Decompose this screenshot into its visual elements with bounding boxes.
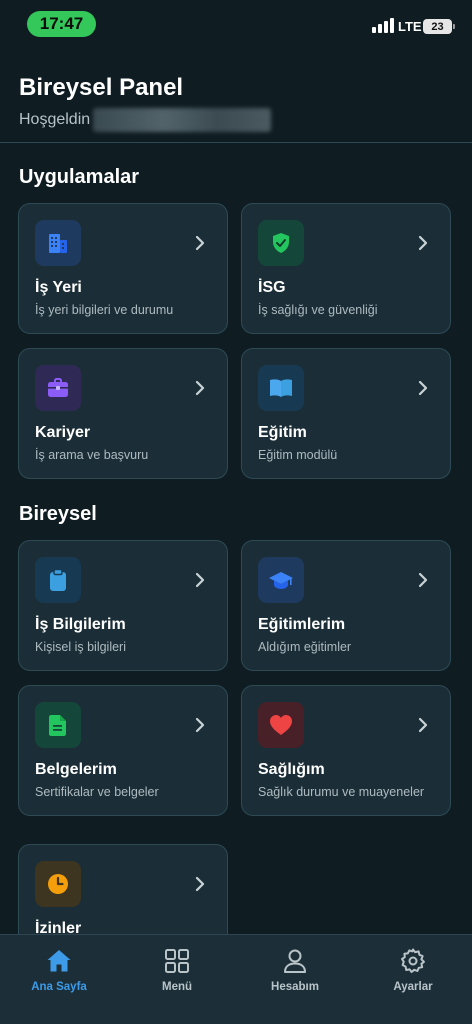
- chevron-right-icon: [195, 717, 205, 733]
- card-title: Belgelerim: [35, 761, 117, 778]
- nav-label: Menü: [161, 981, 193, 993]
- chevron-right-icon: [418, 235, 428, 251]
- section-title-bireysel: Bireysel: [19, 503, 97, 525]
- card-sagligim[interactable]: Sağlığım Sağlık durumu ve muayeneler: [241, 685, 451, 816]
- clock-icon: [35, 861, 81, 907]
- book-icon: [258, 365, 304, 411]
- card-is-yeri[interactable]: İş Yeri İş yeri bilgileri ve durumu: [18, 203, 228, 334]
- card-isg[interactable]: İSG İş sağlığı ve güvenliği: [241, 203, 451, 334]
- gear-icon: [401, 948, 425, 973]
- card-title: Kariyer: [35, 424, 91, 441]
- card-title: Eğitim: [258, 424, 307, 441]
- battery-icon: 23: [423, 19, 455, 34]
- welcome-label: Hoşgeldin: [19, 111, 91, 128]
- network-type: LTE: [398, 19, 422, 34]
- card-egitimlerim[interactable]: Eğitimlerim Aldığım eğitimler: [241, 540, 451, 671]
- chevron-right-icon: [195, 235, 205, 251]
- nav-label: Ayarlar: [393, 981, 433, 993]
- card-subtitle: Sertifikalar ve belgeler: [35, 785, 159, 799]
- bottom-nav: Ana Sayfa Menü Hesabım Ayarlar: [0, 934, 472, 1024]
- chevron-right-icon: [195, 876, 205, 892]
- card-subtitle: Eğitim modülü: [258, 448, 338, 462]
- status-time: 17:47: [27, 11, 96, 37]
- graduation-cap-icon: [258, 557, 304, 603]
- nav-label: Hesabım: [271, 981, 319, 993]
- card-subtitle: Sağlık durumu ve muayeneler: [258, 785, 425, 799]
- card-kariyer[interactable]: Kariyer İş arama ve başvuru: [18, 348, 228, 479]
- card-title: Sağlığım: [258, 761, 325, 778]
- section-title-uygulamalar: Uygulamalar: [19, 166, 140, 188]
- briefcase-icon: [35, 365, 81, 411]
- chevron-right-icon: [418, 572, 428, 588]
- chevron-right-icon: [195, 572, 205, 588]
- clipboard-icon: [35, 557, 81, 603]
- nav-menu[interactable]: Menü: [118, 935, 236, 1005]
- shield-check-icon: [258, 220, 304, 266]
- header: Bireysel Panel Hoşgeldin: [0, 48, 472, 143]
- card-subtitle: Aldığım eğitimler: [258, 640, 352, 654]
- building-icon: [35, 220, 81, 266]
- nav-label: Ana Sayfa: [31, 981, 87, 993]
- card-subtitle: İş yeri bilgileri ve durumu: [35, 303, 174, 317]
- card-title: Eğitimlerim: [258, 616, 346, 633]
- card-subtitle: Kişisel iş bilgileri: [35, 640, 126, 654]
- chevron-right-icon: [418, 380, 428, 396]
- home-icon: [47, 950, 71, 972]
- card-subtitle: İş arama ve başvuru: [35, 448, 149, 462]
- page-title: Bireysel Panel: [19, 74, 184, 101]
- chevron-right-icon: [195, 380, 205, 396]
- chevron-right-icon: [418, 717, 428, 733]
- status-bar: 17:47 LTE 23: [0, 0, 472, 48]
- document-icon: [35, 702, 81, 748]
- card-subtitle: İş sağlığı ve güvenliği: [258, 303, 378, 317]
- nav-hesabim[interactable]: Hesabım: [236, 935, 354, 1005]
- nav-ayarlar[interactable]: Ayarlar: [354, 935, 472, 1005]
- user-icon: [284, 949, 306, 973]
- card-belgelerim[interactable]: Belgelerim Sertifikalar ve belgeler: [18, 685, 228, 816]
- nav-ana-sayfa[interactable]: Ana Sayfa: [0, 935, 118, 1005]
- card-egitim[interactable]: Eğitim Eğitim modülü: [241, 348, 451, 479]
- card-title: İş Bilgilerim: [35, 616, 126, 633]
- signal-icon: [372, 17, 394, 33]
- grid-icon: [165, 949, 189, 973]
- card-is-bilgilerim[interactable]: İş Bilgilerim Kişisel iş bilgileri: [18, 540, 228, 671]
- welcome-text: Hoşgeldin: [19, 108, 272, 132]
- card-title: İSG: [258, 279, 286, 296]
- card-title: İş Yeri: [35, 279, 82, 296]
- heart-icon: [258, 702, 304, 748]
- user-name-redacted: [93, 108, 272, 132]
